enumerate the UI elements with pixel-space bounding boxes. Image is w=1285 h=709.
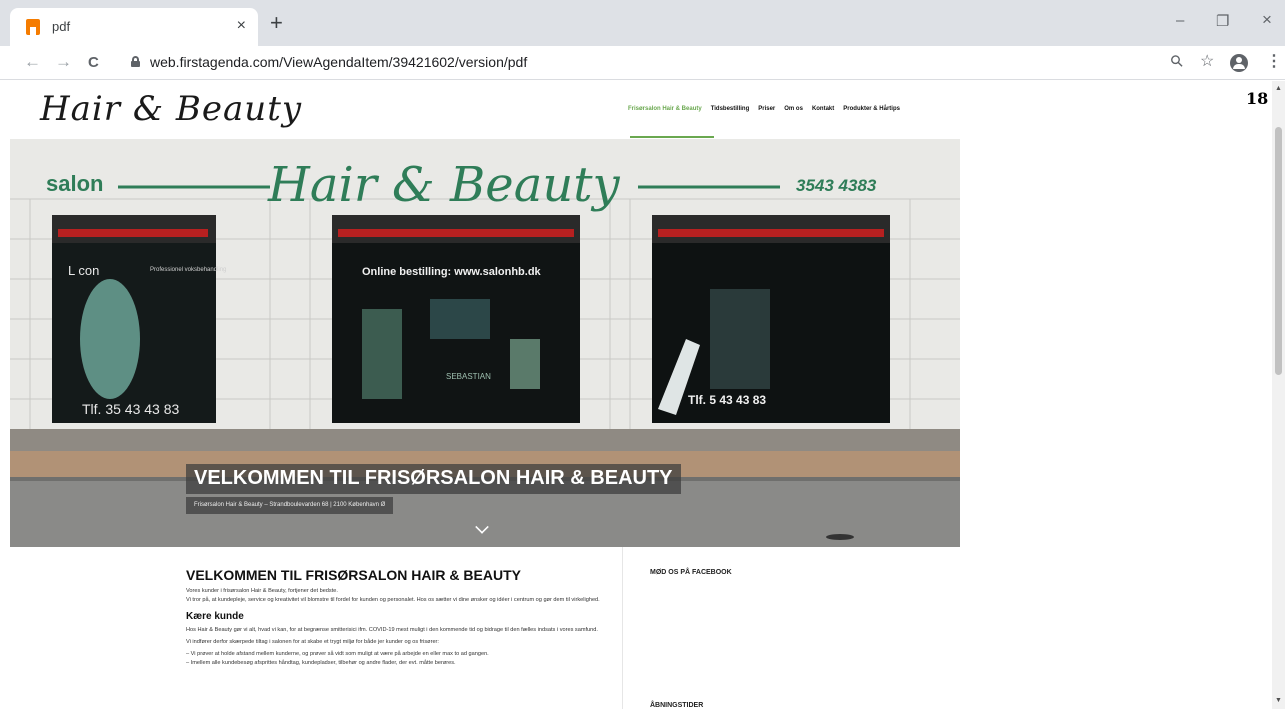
nav-item-kontakt[interactable]: Kontakt <box>812 106 834 112</box>
pdf-viewport: Hair & Beauty Frisørsalon Hair & Beauty … <box>0 81 1285 709</box>
site-navigation: Frisørsalon Hair & Beauty Tidsbestilling… <box>628 106 900 112</box>
tab-strip: pdf × + – ❐ × <box>0 0 1285 46</box>
profile-avatar-icon[interactable] <box>1230 54 1248 72</box>
forward-button[interactable]: → <box>55 52 72 72</box>
back-button[interactable]: ← <box>24 52 41 72</box>
nav-item-tidsbestilling[interactable]: Tidsbestilling <box>711 106 750 112</box>
main-content: VELKOMMEN TIL FRISØRSALON HAIR & BEAUTY … <box>186 567 606 671</box>
sign-phone-text: 3543 4383 <box>796 176 877 195</box>
scroll-down-arrow-icon[interactable]: ▼ <box>1275 697 1282 704</box>
intro-line-2: Vi tror på, at kundepleje, service og kr… <box>186 597 600 603</box>
nav-item-frisorsalon[interactable]: Frisørsalon Hair & Beauty <box>628 106 702 112</box>
content-heading: VELKOMMEN TIL FRISØRSALON HAIR & BEAUTY <box>186 567 521 583</box>
pdf-favicon-icon <box>26 19 40 35</box>
intro-line-1: Vores kunder i frisørsalon Hair & Beauty… <box>186 588 338 594</box>
hero-image: salon Hair & Beauty 3543 4383 L con Prof… <box>10 139 960 547</box>
browser-toolbar: ← → C web.firstagenda.com/ViewAgendaItem… <box>0 46 1285 80</box>
restore-window-button[interactable]: ❐ <box>1216 12 1229 30</box>
measure-bullet-2: – Imellem alle kundebesøg afsprittes hån… <box>186 660 456 666</box>
zoom-icon[interactable]: ⚲ <box>1167 51 1189 73</box>
measures-paragraph: Vi indfører derfor skærpede tiltag i sal… <box>186 639 439 645</box>
tab-title: pdf <box>52 19 71 34</box>
new-tab-button[interactable]: + <box>270 12 283 34</box>
browser-tab[interactable]: pdf × <box>10 8 258 46</box>
hero-title: VELKOMMEN TIL FRISØRSALON HAIR & BEAUTY <box>186 464 681 494</box>
window-brand-text: L con <box>68 263 99 278</box>
window-sebastian-text: SEBASTIAN <box>446 372 491 381</box>
lock-icon[interactable] <box>131 56 140 67</box>
close-tab-icon[interactable]: × <box>237 16 246 36</box>
reload-button[interactable]: C <box>88 53 99 73</box>
website-page: Hair & Beauty Frisørsalon Hair & Beauty … <box>10 81 960 709</box>
window-wax-text: Professionel voksbehandling <box>150 267 226 273</box>
hero-subtitle: Frisørsalon Hair & Beauty – Strandboulev… <box>186 497 394 514</box>
address-bar[interactable]: web.firstagenda.com/ViewAgendaItem/39421… <box>150 54 527 70</box>
vertical-scrollbar[interactable]: ▲ ▼ <box>1272 81 1285 709</box>
storefront-sign-text: Hair & Beauty <box>267 157 621 213</box>
nav-item-priser[interactable]: Priser <box>758 106 775 112</box>
sidebar: MØD OS PÅ FACEBOOK ÅBNINGSTIDER <box>650 569 950 709</box>
bookmark-star-icon[interactable]: ☆ <box>1200 52 1214 72</box>
content-subheading: Kære kunde <box>186 611 244 622</box>
scroll-up-arrow-icon[interactable]: ▲ <box>1275 85 1282 92</box>
covid-paragraph: Hos Hair & Beauty gør vi alt, hvad vi ka… <box>186 627 598 633</box>
measure-bullet-1: – Vi prøver at holde afstand mellem kund… <box>186 651 489 657</box>
window-online-booking-text: Online bestilling: www.salonhb.dk <box>362 266 542 278</box>
facebook-heading: MØD OS PÅ FACEBOOK <box>650 569 732 576</box>
browser-menu-icon[interactable]: ⋮ <box>1266 52 1282 72</box>
sign-salon-text: salon <box>46 171 103 196</box>
active-nav-indicator <box>630 136 714 138</box>
site-logo[interactable]: Hair & Beauty <box>40 89 302 129</box>
close-window-button[interactable]: × <box>1262 10 1272 30</box>
column-divider <box>622 547 623 709</box>
page-number: 18 <box>1246 89 1269 108</box>
minimize-window-button[interactable]: – <box>1176 12 1184 29</box>
scrollbar-thumb[interactable] <box>1275 127 1282 375</box>
nav-item-produkter[interactable]: Produkter & Hårtips <box>843 106 900 112</box>
window-phone-left: Tlf. 35 43 43 83 <box>82 401 180 417</box>
nav-item-om-os[interactable]: Om os <box>784 106 803 112</box>
opening-hours-heading: ÅBNINGSTIDER <box>650 702 704 709</box>
window-phone-right: Tlf. 5 43 43 83 <box>688 393 766 407</box>
